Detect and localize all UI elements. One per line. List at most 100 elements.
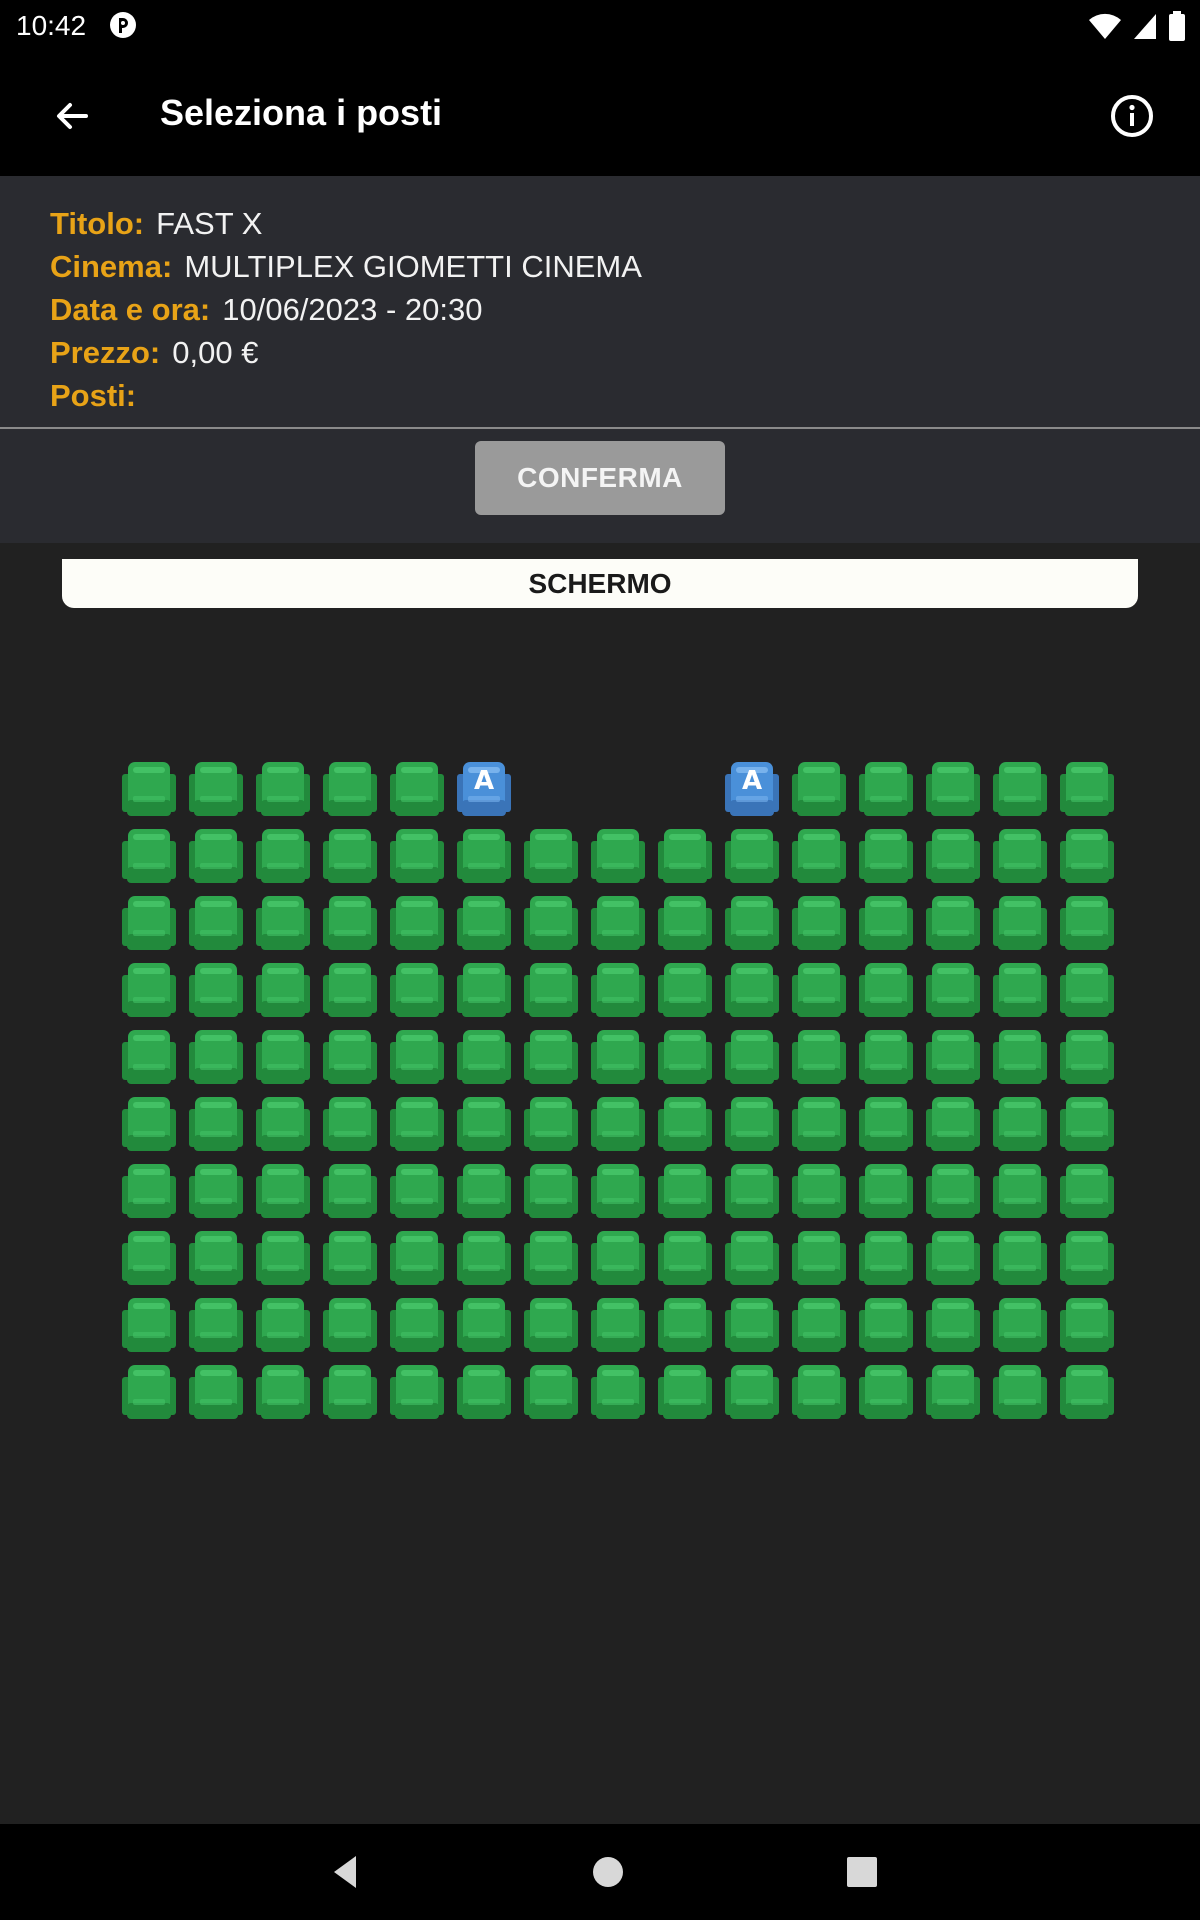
available-seat[interactable] (658, 894, 712, 952)
available-seat[interactable] (256, 961, 310, 1019)
available-seat[interactable] (725, 1363, 779, 1421)
accessible-seat[interactable]: A (457, 760, 511, 818)
available-seat[interactable] (323, 1296, 377, 1354)
available-seat[interactable] (993, 1229, 1047, 1287)
available-seat[interactable] (323, 1162, 377, 1220)
available-seat[interactable] (122, 1162, 176, 1220)
available-seat[interactable] (1060, 827, 1114, 885)
available-seat[interactable] (658, 1363, 712, 1421)
available-seat[interactable] (725, 1028, 779, 1086)
nav-back-icon[interactable] (326, 1850, 370, 1894)
available-seat[interactable] (457, 1296, 511, 1354)
available-seat[interactable] (658, 1162, 712, 1220)
available-seat[interactable] (524, 894, 578, 952)
available-seat[interactable] (591, 1095, 645, 1153)
available-seat[interactable] (725, 827, 779, 885)
available-seat[interactable] (792, 1095, 846, 1153)
available-seat[interactable] (926, 827, 980, 885)
available-seat[interactable] (189, 827, 243, 885)
available-seat[interactable] (591, 1162, 645, 1220)
available-seat[interactable] (926, 1028, 980, 1086)
available-seat[interactable] (859, 760, 913, 818)
available-seat[interactable] (189, 1095, 243, 1153)
available-seat[interactable] (457, 827, 511, 885)
available-seat[interactable] (926, 1229, 980, 1287)
available-seat[interactable] (859, 1095, 913, 1153)
available-seat[interactable] (792, 894, 846, 952)
available-seat[interactable] (323, 1363, 377, 1421)
available-seat[interactable] (1060, 1095, 1114, 1153)
available-seat[interactable] (390, 1162, 444, 1220)
available-seat[interactable] (859, 1229, 913, 1287)
available-seat[interactable] (524, 1363, 578, 1421)
available-seat[interactable] (725, 1162, 779, 1220)
available-seat[interactable] (189, 894, 243, 952)
available-seat[interactable] (993, 1296, 1047, 1354)
available-seat[interactable] (1060, 1363, 1114, 1421)
available-seat[interactable] (457, 961, 511, 1019)
available-seat[interactable] (658, 961, 712, 1019)
available-seat[interactable] (859, 894, 913, 952)
available-seat[interactable] (189, 961, 243, 1019)
available-seat[interactable] (792, 1296, 846, 1354)
available-seat[interactable] (122, 1229, 176, 1287)
available-seat[interactable] (591, 827, 645, 885)
available-seat[interactable] (926, 894, 980, 952)
available-seat[interactable] (591, 894, 645, 952)
available-seat[interactable] (658, 1095, 712, 1153)
available-seat[interactable] (591, 1296, 645, 1354)
available-seat[interactable] (256, 827, 310, 885)
available-seat[interactable] (390, 827, 444, 885)
available-seat[interactable] (792, 961, 846, 1019)
available-seat[interactable] (792, 1162, 846, 1220)
available-seat[interactable] (725, 1296, 779, 1354)
available-seat[interactable] (323, 1095, 377, 1153)
available-seat[interactable] (256, 1028, 310, 1086)
available-seat[interactable] (1060, 1028, 1114, 1086)
available-seat[interactable] (591, 961, 645, 1019)
available-seat[interactable] (390, 760, 444, 818)
available-seat[interactable] (256, 760, 310, 818)
available-seat[interactable] (524, 961, 578, 1019)
available-seat[interactable] (926, 961, 980, 1019)
nav-recents-icon[interactable] (840, 1850, 884, 1894)
available-seat[interactable] (524, 1229, 578, 1287)
available-seat[interactable] (524, 1296, 578, 1354)
available-seat[interactable] (256, 1363, 310, 1421)
available-seat[interactable] (189, 1162, 243, 1220)
available-seat[interactable] (122, 1095, 176, 1153)
available-seat[interactable] (323, 827, 377, 885)
available-seat[interactable] (390, 1229, 444, 1287)
available-seat[interactable] (792, 1229, 846, 1287)
available-seat[interactable] (859, 827, 913, 885)
available-seat[interactable] (189, 1229, 243, 1287)
available-seat[interactable] (457, 1363, 511, 1421)
available-seat[interactable] (122, 827, 176, 885)
available-seat[interactable] (1060, 894, 1114, 952)
available-seat[interactable] (591, 1363, 645, 1421)
available-seat[interactable] (993, 961, 1047, 1019)
available-seat[interactable] (658, 1296, 712, 1354)
accessible-seat[interactable]: A (725, 760, 779, 818)
available-seat[interactable] (256, 1296, 310, 1354)
available-seat[interactable] (926, 1363, 980, 1421)
available-seat[interactable] (993, 827, 1047, 885)
available-seat[interactable] (725, 894, 779, 952)
available-seat[interactable] (122, 760, 176, 818)
available-seat[interactable] (256, 1162, 310, 1220)
available-seat[interactable] (457, 1229, 511, 1287)
available-seat[interactable] (926, 1162, 980, 1220)
available-seat[interactable] (323, 760, 377, 818)
available-seat[interactable] (122, 1296, 176, 1354)
available-seat[interactable] (323, 1028, 377, 1086)
available-seat[interactable] (390, 961, 444, 1019)
available-seat[interactable] (457, 1028, 511, 1086)
available-seat[interactable] (256, 1229, 310, 1287)
available-seat[interactable] (859, 961, 913, 1019)
available-seat[interactable] (524, 827, 578, 885)
available-seat[interactable] (189, 1363, 243, 1421)
available-seat[interactable] (926, 760, 980, 818)
available-seat[interactable] (859, 1028, 913, 1086)
available-seat[interactable] (122, 1028, 176, 1086)
available-seat[interactable] (323, 961, 377, 1019)
